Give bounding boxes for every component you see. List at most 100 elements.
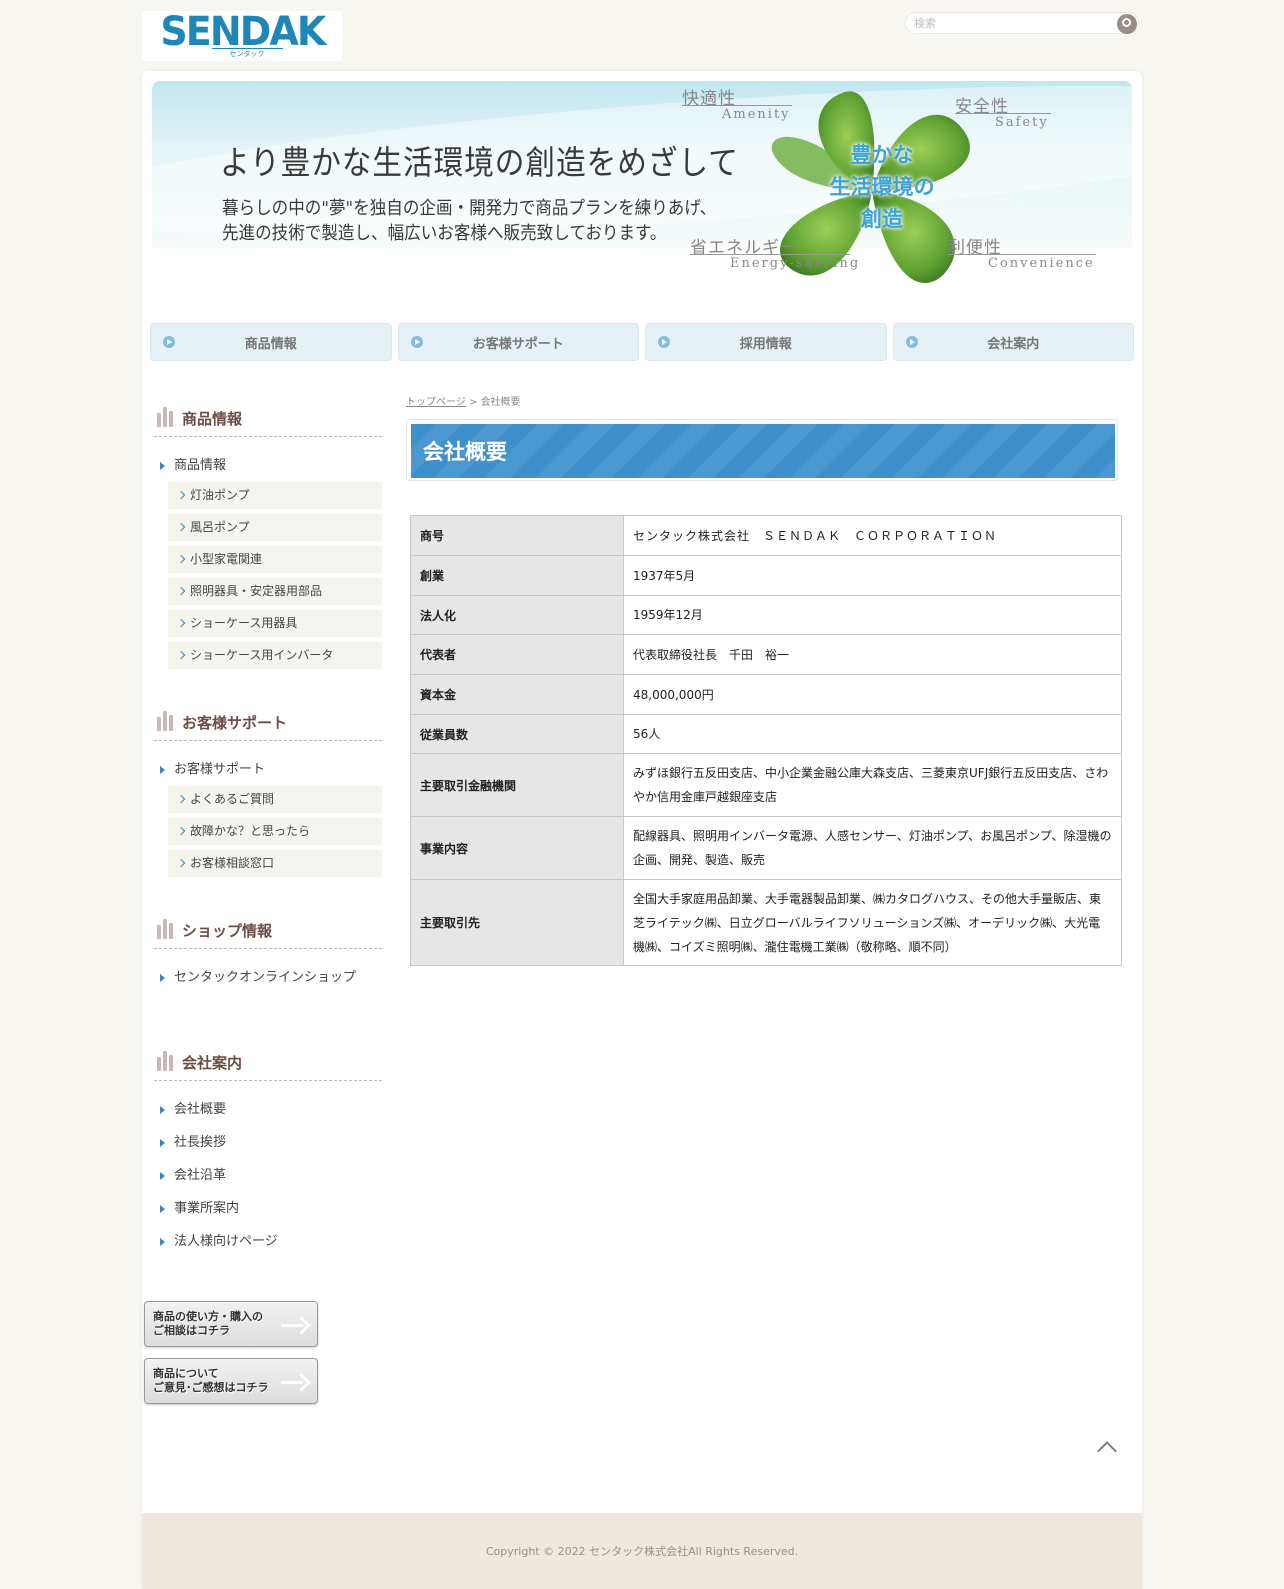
- sidebar-item-support[interactable]: お客様サポート: [154, 753, 382, 786]
- keyword-energy-en: Energy-saveing: [730, 256, 861, 271]
- books-icon: [157, 919, 177, 939]
- search-input[interactable]: [914, 15, 1109, 32]
- center-line-3: 創造: [861, 206, 903, 231]
- page-top-icon[interactable]: [1097, 1441, 1117, 1461]
- sidebar-heading-label: 商品情報: [182, 410, 243, 428]
- search-icon[interactable]: [1117, 14, 1137, 34]
- consultation-button[interactable]: 商品の使い方・購入の ご相談はコチラ: [144, 1301, 318, 1347]
- sidebar-item-company[interactable]: 会社概要: [154, 1093, 382, 1126]
- sidebar-list-shop: センタックオンラインショップ: [154, 961, 382, 994]
- main-container: 豊かな 生活環境の 創造 より豊かな生活環境の創造をめざして 暮らしの中の"夢"…: [142, 71, 1142, 1589]
- keyword-amenity-en: Amenity: [722, 107, 791, 122]
- sidebar-heading-label: 会社案内: [182, 1054, 243, 1072]
- keyword-line: [682, 105, 792, 106]
- table-row-label: 法人化: [410, 595, 624, 635]
- banner-lead-line-2: 先進の技術で製造し、幅広いお客様へ販売致しております。: [222, 223, 667, 244]
- banner-lead: 暮らしの中の"夢"を独自の企画・開発力で商品プランを練りあげ、 先進の技術で製造…: [222, 196, 716, 246]
- table-row: 事業内容 配線器具、照明用インバータ電源、人感センサー、灯油ポンプ、お風呂ポンプ、…: [410, 816, 1122, 880]
- sidebar-heading-shop: ショップ情報: [154, 913, 382, 949]
- table-row-label: 主要取引金融機関: [410, 753, 624, 817]
- table-row-value: 1959年12月: [623, 595, 1122, 635]
- sidebar-subitem[interactable]: よくあるご質問: [168, 786, 382, 813]
- breadcrumb-home-link[interactable]: トップページ: [406, 397, 466, 408]
- gnav-label: お客様サポート: [472, 336, 564, 352]
- sidebar-subitem[interactable]: ショーケース用インバータ: [168, 642, 382, 669]
- search-box: [905, 12, 1139, 34]
- arrow-circle-icon: [658, 336, 670, 348]
- gnav-recruit[interactable]: 採用情報: [645, 323, 887, 361]
- sidebar-heading-label: ショップ情報: [182, 922, 273, 940]
- sidebar-subitem[interactable]: お客様相談窓口: [168, 850, 382, 877]
- sidebar-subitem[interactable]: 風呂ポンプ: [168, 514, 382, 541]
- table-row-value: 56人: [623, 714, 1122, 754]
- copyright: Copyright © 2022 センタック株式会社All Rights Res…: [485, 1545, 799, 1558]
- table-row-value: 全国大手家庭用品卸業、大手電器製品卸業、㈱カタログハウス、その他大手量販店、東芝…: [623, 879, 1122, 966]
- arrow-right-icon: [281, 1373, 311, 1391]
- feedback-button[interactable]: 商品について ご意見･ご感想はコチラ: [144, 1358, 318, 1404]
- table-row-label: 従業員数: [410, 714, 624, 754]
- sidebar-item-company[interactable]: 会社沿革: [154, 1159, 382, 1192]
- sidebar-item-company[interactable]: 法人様向けページ: [154, 1225, 382, 1258]
- gnav-products[interactable]: 商品情報: [150, 323, 392, 361]
- table-row-value: センタック株式会社 ＳＥＮＤＡＫ ＣＯＲＰＯＲＡＴＩＯＮ: [623, 515, 1122, 556]
- company-info-table: 商号 センタック株式会社 ＳＥＮＤＡＫ ＣＯＲＰＯＲＡＴＩＯＮ 創業 1937年5月法…: [410, 515, 1122, 966]
- table-row: 従業員数 56人: [410, 714, 1122, 754]
- banner-center-text: 豊かな 生活環境の 創造: [792, 139, 972, 235]
- arrow-circle-icon: [163, 336, 175, 348]
- keyword-line: [955, 113, 1051, 114]
- table-row: 法人化 1959年12月: [410, 595, 1122, 635]
- arrow-circle-icon: [905, 336, 918, 348]
- keyword-convenience-en: Convenience: [988, 256, 1095, 271]
- sidebar-heading-company: 会社案内: [154, 1045, 382, 1081]
- center-line-1: 豊かな: [850, 142, 914, 167]
- hero-banner: 豊かな 生活環境の 創造 より豊かな生活環境の創造をめざして 暮らしの中の"夢"…: [152, 81, 1132, 301]
- sidebar-subitem[interactable]: 照明器具・安定器用部品: [168, 578, 382, 605]
- sidebar-subitem[interactable]: ショーケース用器具: [168, 610, 382, 637]
- keyword-line: [948, 254, 1096, 255]
- site-logo[interactable]: SENDAK センタック: [142, 11, 342, 61]
- gnav-label: 採用情報: [739, 336, 792, 352]
- table-row: 代表者 代表取締役社長 千田 裕一: [410, 634, 1122, 675]
- books-icon: [157, 711, 177, 731]
- table-row-value: 配線器具、照明用インバータ電源、人感センサー、灯油ポンプ、お風呂ポンプ、除湿機の…: [623, 816, 1122, 880]
- sidebar-subitem[interactable]: 故障かな？と思ったら: [168, 818, 382, 845]
- sidebar-item-online-shop[interactable]: センタックオンラインショップ: [154, 961, 382, 994]
- sidebar-item-products[interactable]: 商品情報: [154, 449, 382, 482]
- table-row-label: 事業内容: [410, 816, 624, 880]
- gnav-label: 商品情報: [244, 336, 297, 352]
- table-row-label: 代表者: [410, 634, 624, 675]
- sidebar-list-support: お客様サポート よくあるご質問 故障かな？と思ったら お客様相談窓口: [154, 753, 382, 877]
- breadcrumb-current: 会社概要: [480, 397, 521, 408]
- sidebar-subitem[interactable]: 灯油ポンプ: [168, 482, 382, 509]
- keyword-line: [690, 254, 850, 255]
- page-title: 会社概要: [411, 424, 1115, 478]
- sidebar-item-company[interactable]: 社長挨拶: [154, 1126, 382, 1159]
- table-row: 主要取引先 全国大手家庭用品卸業、大手電器製品卸業、㈱カタログハウス、その他大手量…: [410, 879, 1122, 966]
- table-row-label: 商号: [410, 515, 624, 556]
- gnav-label: 会社案内: [987, 336, 1040, 352]
- sidebar-item-company[interactable]: 事業所案内: [154, 1192, 382, 1225]
- table-row-label: 資本金: [410, 674, 624, 715]
- table-row-value: 1937年5月: [623, 555, 1122, 596]
- table-row: 商号 センタック株式会社 ＳＥＮＤＡＫ ＣＯＲＰＯＲＡＴＩＯＮ: [410, 515, 1122, 556]
- keyword-safety-en: Safety: [995, 115, 1049, 130]
- books-icon: [157, 407, 177, 427]
- gnav-company[interactable]: 会社案内: [892, 323, 1134, 361]
- center-line-2: 生活環境の: [829, 174, 935, 199]
- sidebar-heading-products: 商品情報: [154, 401, 382, 437]
- banner-headline: より豊かな生活環境の創造をめざして: [220, 143, 739, 182]
- banner-lead-line-1: 暮らしの中の"夢"を独自の企画・開発力で商品プランを練りあげ、: [222, 198, 717, 219]
- sidebar-subitem[interactable]: 小型家電関連: [168, 546, 382, 573]
- gnav-support[interactable]: お客様サポート: [397, 323, 639, 361]
- table-row: 創業 1937年5月: [410, 555, 1122, 596]
- arrow-right-icon: [281, 1316, 311, 1334]
- table-row-value: 48,000,000円: [623, 674, 1122, 715]
- table-row-value: みずほ銀行五反田支店、中小企業金融公庫大森支店、三菱東京UFJ銀行五反田支店、さ…: [623, 753, 1122, 817]
- sidebar-heading-support: お客様サポート: [154, 705, 382, 741]
- footer: Copyright © 2022 センタック株式会社All Rights Res…: [142, 1513, 1142, 1589]
- sidebar-list-products: 商品情報 灯油ポンプ 風呂ポンプ 小型家電関連 照明器具・安定器用部品 ショーケ…: [154, 449, 382, 669]
- global-nav: 商品情報 お客様サポート 採用情報 会社案内: [150, 323, 1134, 361]
- breadcrumb: トップページ > 会社概要: [406, 393, 1118, 408]
- sidebar: 商品情報 商品情報 灯油ポンプ 風呂ポンプ 小型家電関連 照明器具・安定器用部品…: [154, 401, 382, 1258]
- books-icon: [157, 1051, 177, 1071]
